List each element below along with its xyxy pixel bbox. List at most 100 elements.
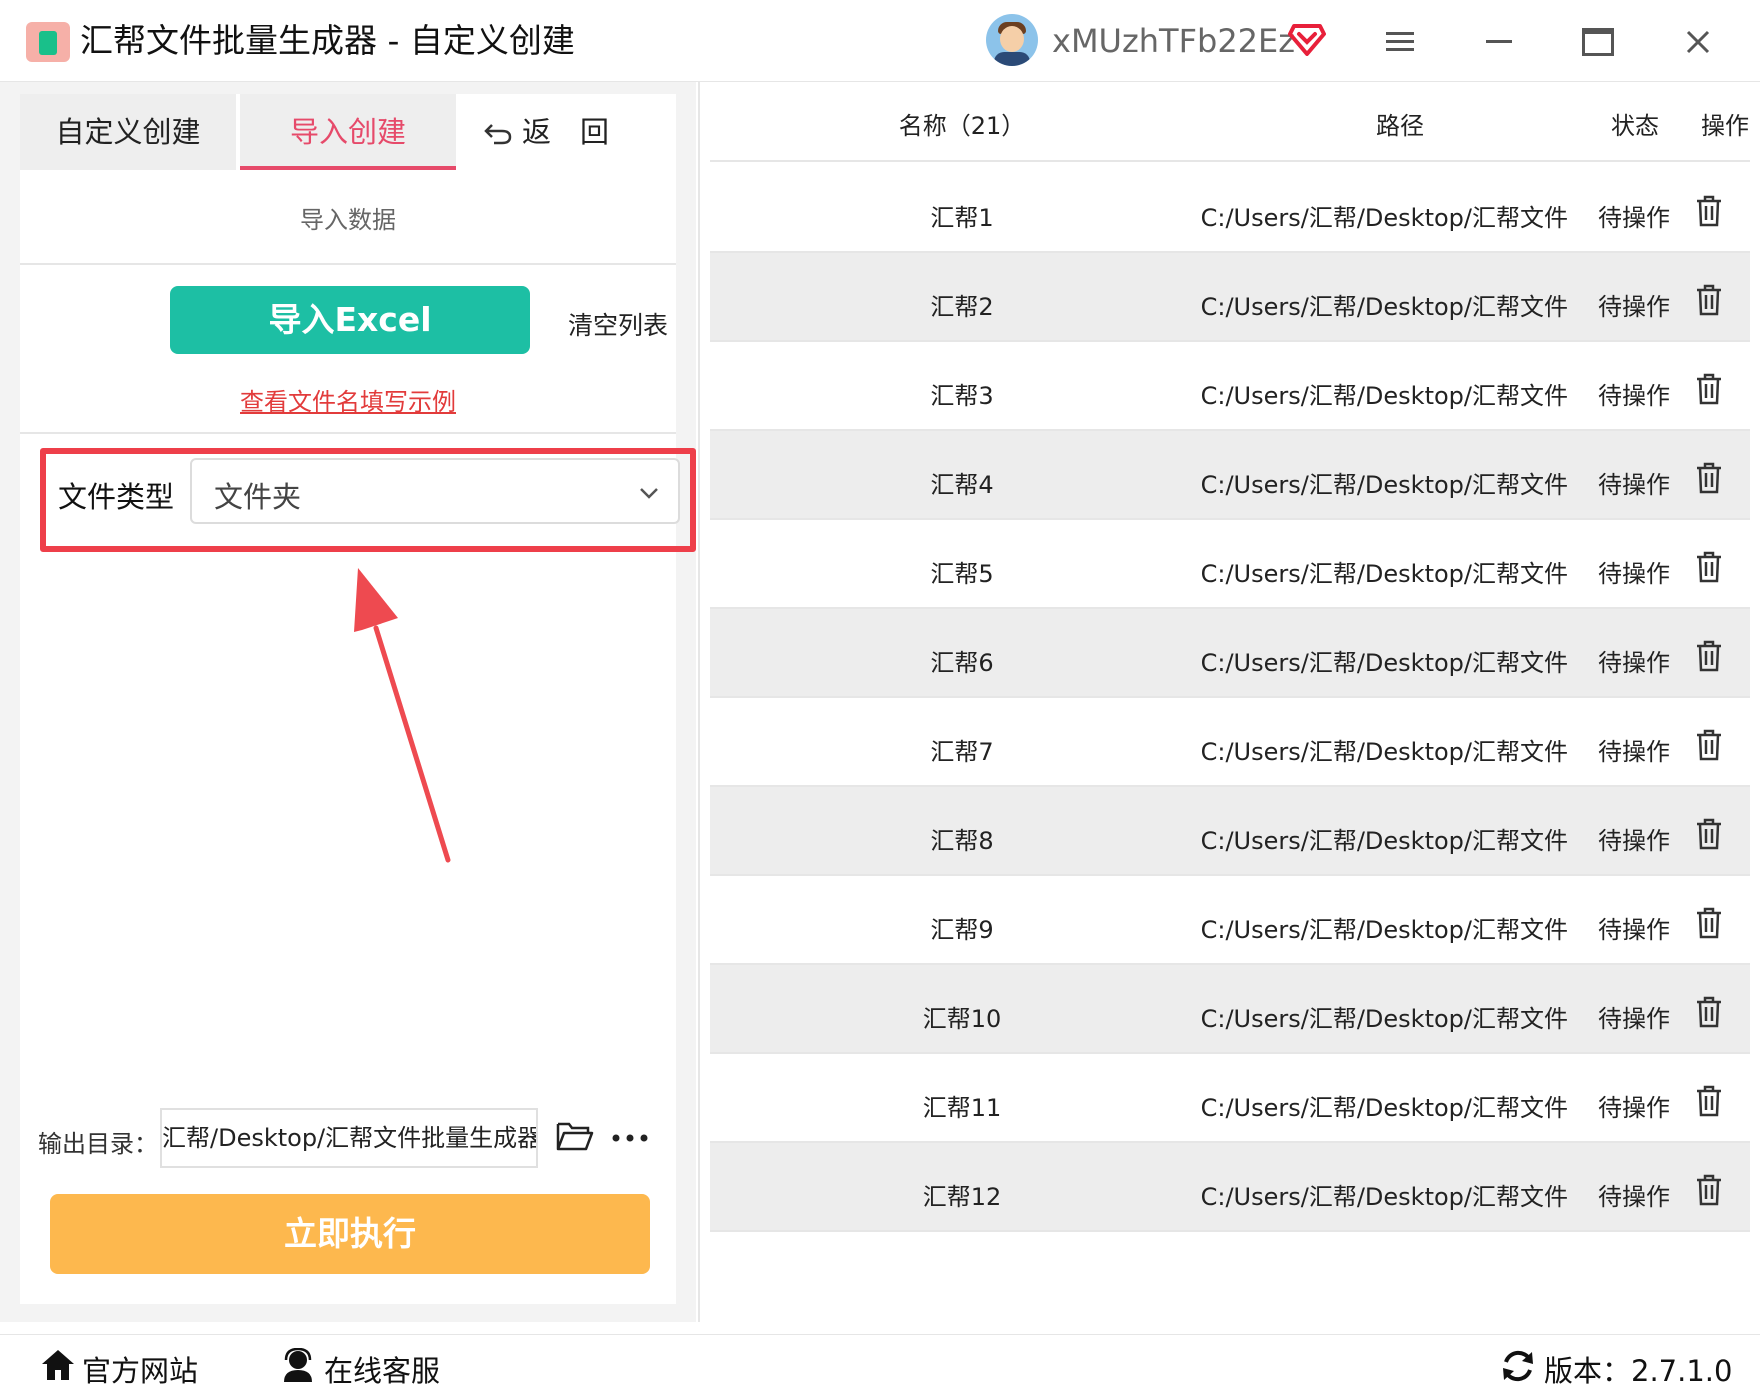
table-row[interactable]: 汇帮3 C:/Users/汇帮/Desktop/汇帮文件 待操作 [710,342,1750,431]
row-path: C:/Users/汇帮/Desktop/汇帮文件 [1200,382,1568,410]
refresh-icon[interactable] [1500,1348,1536,1384]
row-name: 汇帮3 [930,382,994,410]
clear-list-button[interactable]: 清空列表 [568,306,668,342]
example-link[interactable]: 查看文件名填写示例 [20,382,676,417]
column-header-path: 路径 [1376,112,1424,140]
output-dir-input[interactable]: 汇帮/Desktop/汇帮文件批量生成器 [160,1108,538,1168]
trash-icon[interactable] [1694,906,1724,940]
row-status: 待操作 [1598,738,1670,766]
table-row[interactable]: 汇帮2 C:/Users/汇帮/Desktop/汇帮文件 待操作 [710,253,1750,342]
minimize-icon[interactable] [1486,40,1512,43]
table-row[interactable]: 汇帮8 C:/Users/汇帮/Desktop/汇帮文件 待操作 [710,787,1750,876]
vip-diamond-icon[interactable] [1288,20,1326,56]
trash-icon[interactable] [1694,461,1724,495]
row-path: C:/Users/汇帮/Desktop/汇帮文件 [1200,738,1568,766]
row-path: C:/Users/汇帮/Desktop/汇帮文件 [1200,827,1568,855]
trash-icon[interactable] [1694,817,1724,851]
row-path: C:/Users/汇帮/Desktop/汇帮文件 [1200,1094,1568,1122]
row-status: 待操作 [1598,916,1670,944]
trash-icon[interactable] [1694,728,1724,762]
table-row[interactable]: 汇帮11 C:/Users/汇帮/Desktop/汇帮文件 待操作 [710,1054,1750,1143]
table-row[interactable]: 汇帮9 C:/Users/汇帮/Desktop/汇帮文件 待操作 [710,876,1750,965]
trash-icon[interactable] [1694,550,1724,584]
row-name: 汇帮4 [930,471,994,499]
row-path: C:/Users/汇帮/Desktop/汇帮文件 [1200,1005,1568,1033]
trash-icon[interactable] [1694,1173,1724,1207]
table-row[interactable]: 汇帮1 C:/Users/汇帮/Desktop/汇帮文件 待操作 [710,164,1750,253]
output-dir-label: 输出目录： [38,1130,158,1158]
row-path: C:/Users/汇帮/Desktop/汇帮文件 [1200,1183,1568,1211]
row-name: 汇帮1 [930,204,994,232]
row-path: C:/Users/汇帮/Desktop/汇帮文件 [1200,471,1568,499]
row-status: 待操作 [1598,1005,1670,1033]
divider [20,432,676,434]
column-header-status: 状态 [1611,112,1659,140]
column-header-op: 操作 [1701,112,1749,140]
table-row[interactable]: 汇帮12 C:/Users/汇帮/Desktop/汇帮文件 待操作 [710,1143,1750,1232]
more-options-icon[interactable] [610,1126,650,1150]
row-status: 待操作 [1598,649,1670,677]
execute-button[interactable]: 立即执行 [50,1194,650,1274]
row-status: 待操作 [1598,1183,1670,1211]
row-path: C:/Users/汇帮/Desktop/汇帮文件 [1200,293,1568,321]
row-status: 待操作 [1598,382,1670,410]
menu-icon[interactable] [1386,30,1414,54]
section-label: 导入数据 [300,206,396,234]
online-support-link[interactable]: 在线客服 [324,1348,440,1390]
row-status: 待操作 [1598,827,1670,855]
maximize-icon[interactable] [1582,28,1614,56]
close-icon[interactable] [1684,28,1712,56]
row-path: C:/Users/汇帮/Desktop/汇帮文件 [1200,204,1568,232]
username[interactable]: xMUzhTFb22Ez [1052,20,1295,62]
column-header-name: 名称（21） [898,112,1026,140]
row-status: 待操作 [1598,293,1670,321]
row-path: C:/Users/汇帮/Desktop/汇帮文件 [1200,560,1568,588]
avatar[interactable] [986,14,1038,66]
file-type-label: 文件类型 [58,480,175,514]
row-name: 汇帮11 [922,1094,1002,1122]
import-excel-button[interactable]: 导入Excel [170,286,530,354]
row-name: 汇帮6 [930,649,994,677]
footer [0,1334,1760,1400]
table-row[interactable]: 汇帮10 C:/Users/汇帮/Desktop/汇帮文件 待操作 [710,965,1750,1054]
file-type-select[interactable]: 文件夹 [190,458,680,524]
chevron-down-icon [640,488,658,499]
back-button[interactable]: 返 回 [484,94,664,170]
customer-service-icon[interactable] [280,1348,316,1382]
row-path: C:/Users/汇帮/Desktop/汇帮文件 [1200,649,1568,677]
panel-divider [698,82,700,1322]
tab-custom-create[interactable]: 自定义创建 [20,94,236,170]
home-icon[interactable] [40,1348,76,1382]
trash-icon[interactable] [1694,194,1724,228]
row-status: 待操作 [1598,471,1670,499]
row-name: 汇帮8 [930,827,994,855]
row-status: 待操作 [1598,560,1670,588]
app-logo-icon [26,22,70,62]
row-status: 待操作 [1598,1094,1670,1122]
row-status: 待操作 [1598,204,1670,232]
trash-icon[interactable] [1694,283,1724,317]
tab-import-create[interactable]: 导入创建 [240,94,456,170]
row-name: 汇帮7 [930,738,994,766]
row-name: 汇帮5 [930,560,994,588]
row-path: C:/Users/汇帮/Desktop/汇帮文件 [1200,916,1568,944]
trash-icon[interactable] [1694,995,1724,1029]
row-name: 汇帮2 [930,293,994,321]
folder-open-icon[interactable] [556,1120,594,1152]
file-table: 汇帮1 C:/Users/汇帮/Desktop/汇帮文件 待操作 汇帮2 C:/User… [710,164,1750,1322]
table-row[interactable]: 汇帮6 C:/Users/汇帮/Desktop/汇帮文件 待操作 [710,609,1750,698]
table-row[interactable]: 汇帮4 C:/Users/汇帮/Desktop/汇帮文件 待操作 [710,431,1750,520]
table-row[interactable]: 汇帮7 C:/Users/汇帮/Desktop/汇帮文件 待操作 [710,698,1750,787]
official-site-link[interactable]: 官方网站 [82,1348,198,1390]
mode-tabs: 自定义创建 导入创建 返 回 [20,94,676,170]
row-name: 汇帮12 [922,1183,1002,1211]
row-name: 汇帮9 [930,916,994,944]
trash-icon[interactable] [1694,639,1724,673]
table-row[interactable]: 汇帮5 C:/Users/汇帮/Desktop/汇帮文件 待操作 [710,520,1750,609]
trash-icon[interactable] [1694,1084,1724,1118]
table-header: 名称（21） 路径 状态 操作 [710,82,1750,162]
back-label: 返 回 [522,115,610,149]
title-bar: 汇帮文件批量生成器 - 自定义创建 xMUzhTFb22Ez [0,0,1760,82]
trash-icon[interactable] [1694,372,1724,406]
row-name: 汇帮10 [922,1005,1002,1033]
